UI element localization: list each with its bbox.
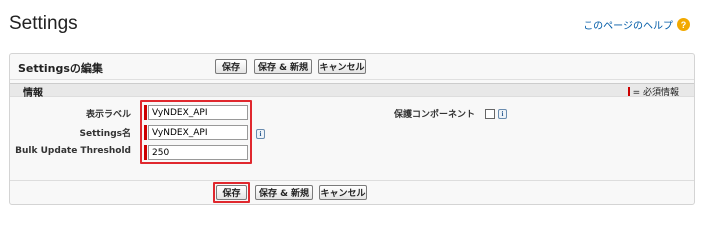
save-button-top[interactable]: 保存	[215, 59, 247, 74]
display-label-input[interactable]	[148, 105, 248, 120]
required-indicator-icon	[144, 145, 147, 160]
help-link-label[interactable]: このページのヘルプ	[583, 17, 673, 32]
cancel-button-bottom[interactable]: キャンセル	[319, 185, 367, 200]
protected-component-checkbox[interactable]	[485, 109, 495, 119]
info-icon[interactable]: i	[256, 129, 265, 139]
page-title: Settings	[9, 13, 78, 34]
required-legend-text: = 必須情報	[632, 88, 679, 98]
section-title: 情報	[23, 88, 43, 99]
bulk-threshold-field-wrap	[144, 145, 248, 160]
help-link[interactable]: このページのヘルプ ?	[583, 17, 690, 32]
save-new-button-top[interactable]: 保存 & 新規	[254, 59, 312, 74]
footer-divider	[10, 180, 694, 181]
bulk-threshold-label: Bulk Update Threshold	[15, 146, 131, 156]
required-mark-icon	[627, 87, 630, 96]
required-legend: = 必須情報	[627, 85, 679, 98]
section-header: 情報 = 必須情報	[10, 83, 694, 99]
info-icon[interactable]: i	[498, 109, 507, 119]
help-icon[interactable]: ?	[677, 18, 690, 31]
protected-component-label: 保護コンポーネント	[394, 110, 476, 120]
required-indicator-icon	[144, 125, 147, 140]
cancel-button-top[interactable]: キャンセル	[318, 59, 366, 74]
settings-name-label: Settings名	[79, 129, 131, 139]
required-indicator-icon	[144, 105, 147, 120]
edit-panel: Settingsの編集 保存 保存 & 新規 キャンセル 情報 = 必須情報 表…	[9, 53, 695, 205]
display-label-field-wrap	[144, 105, 248, 120]
bulk-threshold-input[interactable]	[148, 145, 248, 160]
display-label-label: 表示ラベル	[85, 110, 131, 120]
save-button-bottom[interactable]: 保存	[216, 185, 247, 200]
settings-name-input[interactable]	[148, 125, 248, 140]
save-new-button-bottom[interactable]: 保存 & 新規	[255, 185, 313, 200]
panel-header: Settingsの編集 保存 保存 & 新規 キャンセル	[10, 54, 694, 80]
settings-name-field-wrap	[144, 125, 248, 140]
panel-title: Settingsの編集	[18, 62, 103, 75]
